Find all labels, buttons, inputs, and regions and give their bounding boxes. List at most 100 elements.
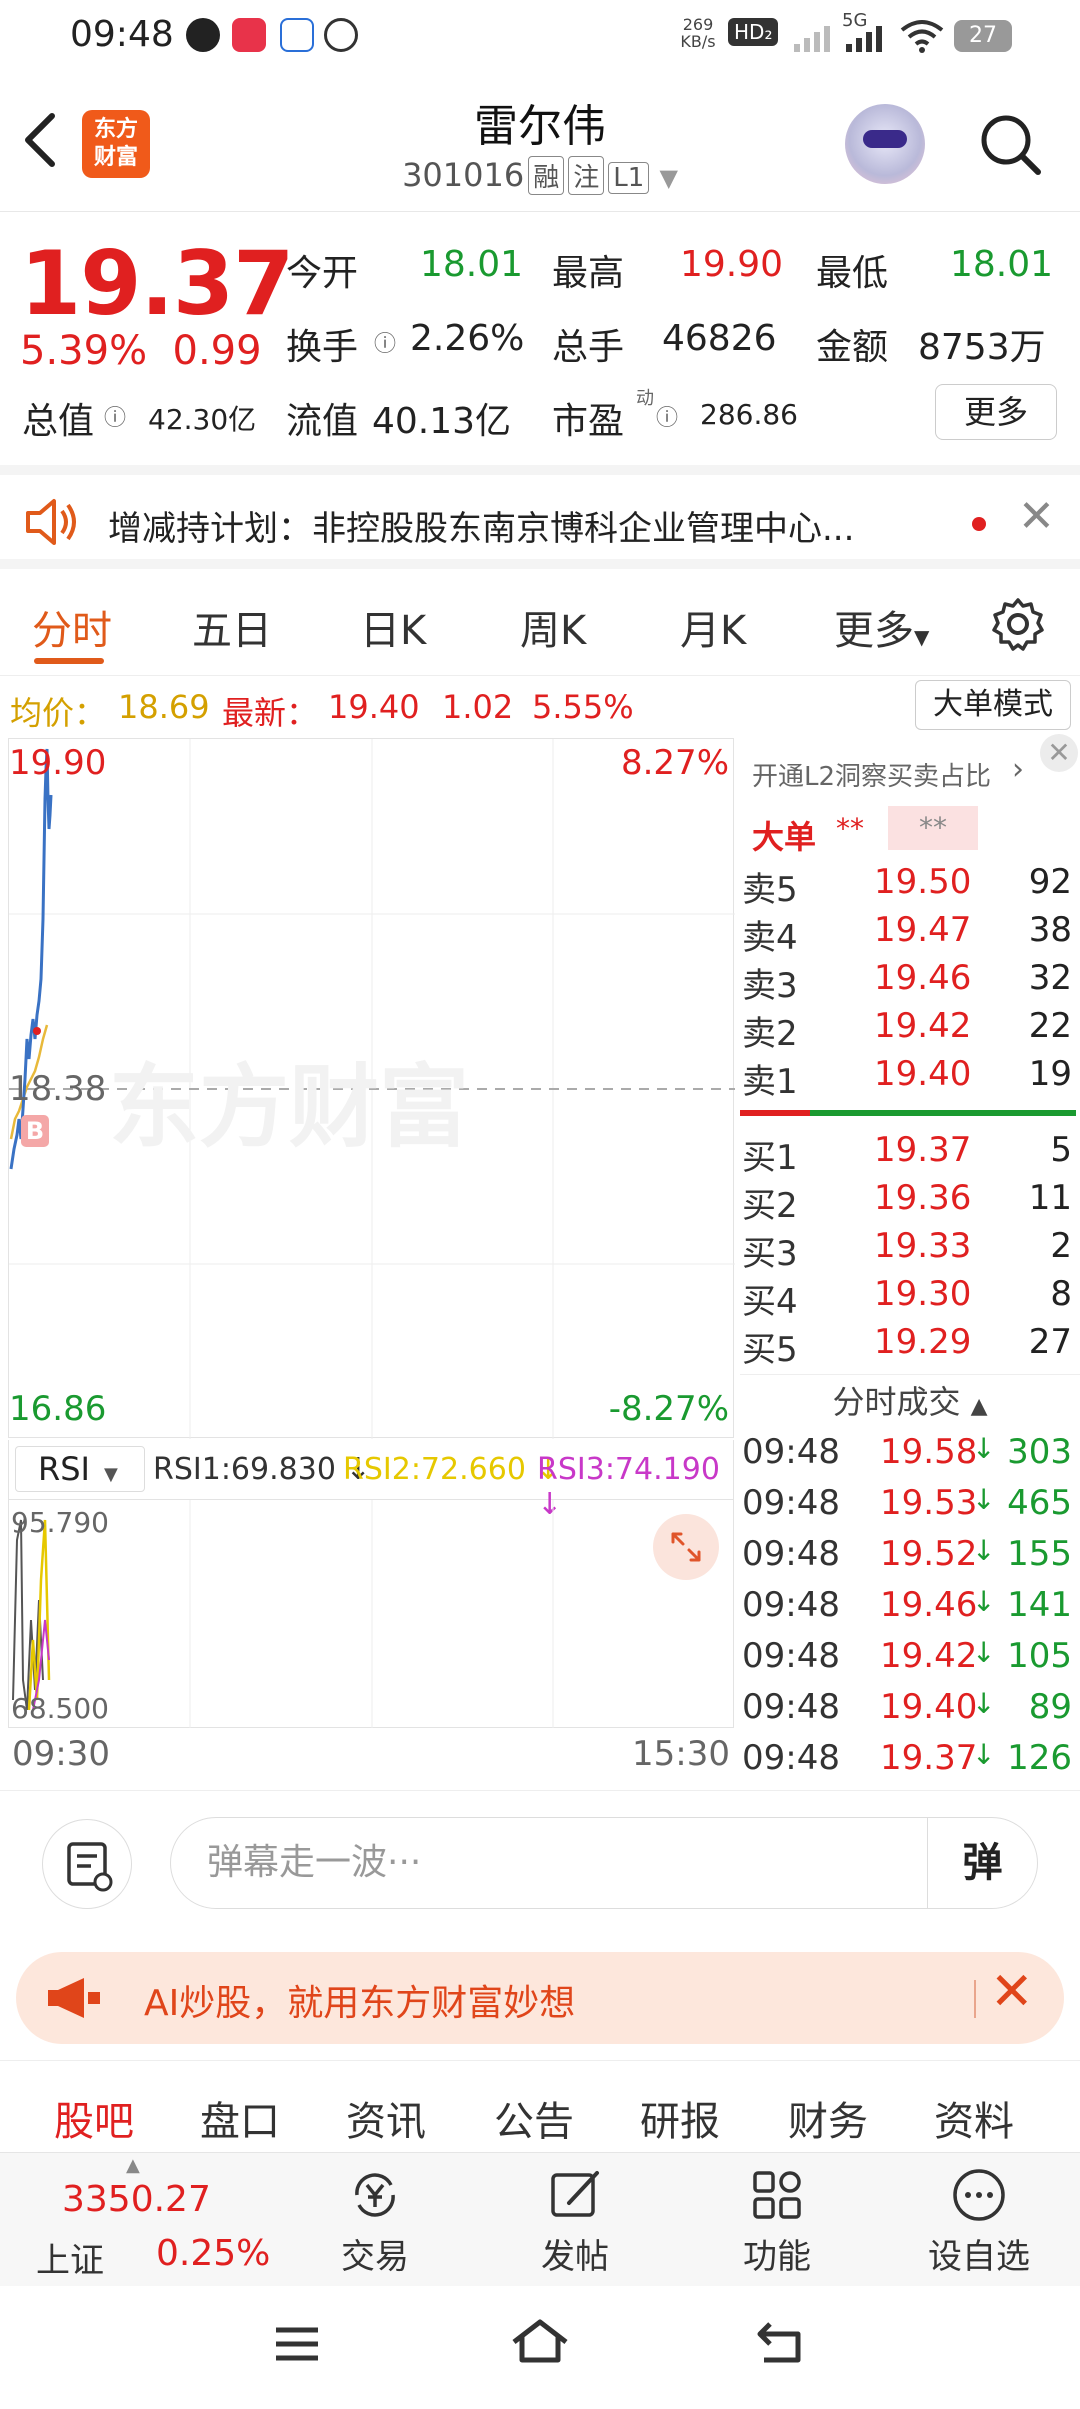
- home-icon[interactable]: [508, 2316, 572, 2370]
- rsi-chart[interactable]: 95.790 68.500: [8, 1500, 734, 1728]
- tab-finance[interactable]: 财务: [788, 2089, 868, 2147]
- tab-more[interactable]: 更多▼: [834, 598, 929, 656]
- nav-trade[interactable]: 交易: [310, 2165, 440, 2278]
- ai-banner[interactable]: AI炒股，就用东方财富妙想 ✕: [16, 1952, 1064, 2044]
- app-notification-icon: [232, 18, 266, 52]
- nav-functions[interactable]: 功能: [712, 2165, 842, 2278]
- nav-post[interactable]: 发帖: [510, 2165, 640, 2278]
- high-label: 最高: [552, 253, 625, 294]
- danmaku-input[interactable]: 弹幕走一波··· 弹: [170, 1817, 1038, 1909]
- info-icon[interactable]: ⓘ: [374, 326, 396, 358]
- intraday-chart[interactable]: 东方财富 19.90 8.27% 18.38 B 16.86 -8.27%: [8, 738, 735, 1439]
- back-nav-icon[interactable]: [754, 2318, 808, 2370]
- danmaku-placeholder: 弹幕走一波···: [207, 1842, 422, 1883]
- big-order-mode-button[interactable]: 大单模式: [915, 680, 1071, 730]
- indicator-selector[interactable]: RSI ▼: [15, 1446, 145, 1492]
- tab-guba[interactable]: 股吧: [54, 2089, 134, 2147]
- stock-code: 301016: [402, 156, 525, 194]
- grid-icon: [747, 2165, 807, 2225]
- close-icon[interactable]: ✕: [1040, 734, 1078, 772]
- comment-bar: 弹幕走一波··· 弹: [0, 1790, 1080, 1920]
- tab-monthly-k[interactable]: 月K: [680, 598, 746, 656]
- chart-tabs: 分时 五日 日K 周K 月K 更多▼: [0, 580, 1080, 676]
- open-value: 18.01: [420, 244, 524, 285]
- ask-row: 卖2 19.42 22: [742, 1006, 1072, 1054]
- ask-row: 卖4 19.47 38: [742, 910, 1072, 958]
- market-cap-label: 总值: [22, 401, 95, 442]
- indicator-name: RSI: [38, 1450, 90, 1488]
- pe-label: 市盈: [552, 401, 625, 442]
- rsi-canvas: [12, 1500, 554, 1728]
- app-notification-icon-2: [280, 18, 314, 52]
- chart-bottom-percent: -8.27%: [608, 1389, 729, 1429]
- tab-weekly-k[interactable]: 周K: [520, 598, 586, 656]
- nav-trade-label: 交易: [341, 2237, 409, 2277]
- close-icon[interactable]: ✕: [990, 1962, 1034, 2022]
- chart-top-price: 19.90: [9, 743, 107, 783]
- caret-down-icon: ▼: [103, 1464, 118, 1485]
- big-order-label: 大单: [752, 818, 817, 856]
- ask-row: 卖3 19.46 32: [742, 958, 1072, 1006]
- avg-label: 均价：: [10, 694, 107, 732]
- danmaku-send-button[interactable]: 弹: [927, 1818, 1037, 1908]
- tab-profile[interactable]: 资料: [934, 2089, 1014, 2147]
- net-speed: 269 KB/s: [680, 15, 716, 51]
- banner-divider: [974, 1980, 976, 2018]
- battery-indicator: 27: [954, 20, 1012, 52]
- float-cap-label: 流值: [286, 401, 359, 442]
- tag-margin: 融: [528, 156, 565, 195]
- more-button[interactable]: 更多: [935, 384, 1057, 440]
- buy-marker[interactable]: B: [21, 1115, 49, 1147]
- index-name: 上证: [36, 2241, 104, 2281]
- index-percent: 0.25%: [156, 2233, 271, 2274]
- latest-change: 1.02: [442, 688, 514, 726]
- info-icon[interactable]: ⓘ: [656, 400, 678, 432]
- active-tab-indicator: [34, 658, 104, 664]
- tab-intraday[interactable]: 分时: [32, 598, 112, 656]
- tab-more-label: 更多: [834, 608, 914, 654]
- close-icon[interactable]: ✕: [1018, 491, 1055, 542]
- tab-announcements[interactable]: 公告: [494, 2089, 574, 2147]
- tab-daily-k[interactable]: 日K: [360, 598, 426, 656]
- menu-icon[interactable]: [272, 2322, 322, 2370]
- bid-row: 买4 19.30 8: [742, 1274, 1072, 1322]
- rsi1-value: RSI1:69.830 ↓: [153, 1452, 371, 1487]
- trade-row: 09:48 19.58 ↓ 303: [742, 1432, 1072, 1472]
- comment-settings-icon[interactable]: [42, 1819, 132, 1909]
- latest-percent: 5.55%: [532, 688, 634, 726]
- notice-text[interactable]: 增减持计划：非控股股东南京博科企业管理中心...: [108, 501, 854, 550]
- index-ticker[interactable]: ▲ 3350.27 上证 0.25%: [36, 2153, 286, 2287]
- chart-mid-price: 18.38: [9, 1069, 107, 1109]
- search-icon[interactable]: [978, 112, 1042, 176]
- info-icon[interactable]: ⓘ: [104, 400, 126, 432]
- tab-news[interactable]: 资讯: [346, 2089, 426, 2147]
- trade-row: 09:48 19.46 ↓ 141: [742, 1585, 1072, 1625]
- bid-row: 买2 19.36 11: [742, 1178, 1072, 1226]
- tab-research[interactable]: 研报: [640, 2089, 720, 2147]
- notice-bar[interactable]: 增减持计划：非控股股东南京博科企业管理中心... ✕: [0, 465, 1080, 569]
- trade-row: 09:48 19.53 ↓ 465: [742, 1483, 1072, 1523]
- stock-header: 东方 财富 雷尔伟 301016 融注 L1 ▼: [0, 72, 1080, 212]
- amount-label: 金额: [816, 327, 889, 368]
- arrow-down-icon: ↓: [972, 1585, 996, 1618]
- l2-promo[interactable]: 开通L2洞察买卖占比 › ✕ 大单 ** **: [740, 734, 1080, 856]
- trade-row: 09:48 19.40 ↓ 89: [742, 1687, 1072, 1727]
- hd-badge: HD₂: [728, 18, 779, 46]
- bid-row: 买5 19.29 27: [742, 1322, 1072, 1370]
- amount-value: 8753万: [918, 327, 1046, 368]
- trades-title[interactable]: 分时成交 ▲: [740, 1374, 1080, 1428]
- price-change: 5.39% 0.99: [20, 328, 262, 374]
- tag-registered: 注: [568, 156, 605, 195]
- tab-pankou[interactable]: 盘口: [200, 2089, 280, 2147]
- assistant-avatar[interactable]: [845, 104, 925, 184]
- arrow-down-icon: ↓: [972, 1636, 996, 1669]
- trade-row: 09:48 19.37 ↓ 126: [742, 1738, 1072, 1778]
- change-percent: 5.39%: [20, 328, 148, 374]
- index-value: 3350.27: [62, 2179, 211, 2220]
- ask-row: 卖5 19.50 92: [742, 862, 1072, 910]
- expand-icon[interactable]: [653, 1514, 719, 1580]
- nav-add-watchlist[interactable]: 设自选: [914, 2165, 1044, 2278]
- settings-gear-icon[interactable]: [990, 596, 1046, 656]
- caret-down-icon: ▼: [914, 625, 930, 649]
- tab-five-day[interactable]: 五日: [192, 598, 272, 656]
